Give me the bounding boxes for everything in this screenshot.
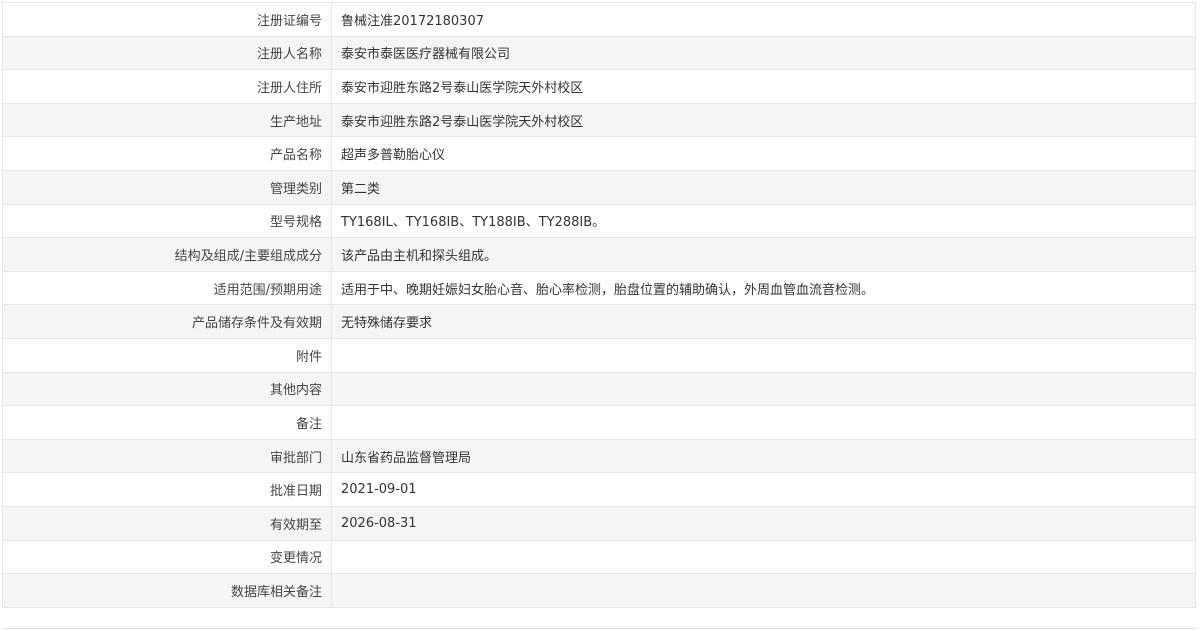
field-label: 适用范围/预期用途 xyxy=(2,270,332,306)
registration-detail-panel: 注册证编号 鲁械注准20172180307 注册人名称 泰安市泰医医疗器械有限公… xyxy=(2,2,1196,608)
field-value: 鲁械注准20172180307 xyxy=(331,2,1196,37)
field-value: 泰安市迎胜东路2号泰山医学院天外村校区 xyxy=(331,69,1196,104)
table-row: 产品名称 超声多普勒胎心仪 xyxy=(2,136,1196,171)
field-label: 变更情况 xyxy=(2,539,332,575)
field-value xyxy=(331,405,1196,440)
table-row: 审批部门 山东省药品监督管理局 xyxy=(2,438,1196,474)
field-label: 附件 xyxy=(2,337,332,373)
field-label: 生产地址 xyxy=(2,102,332,138)
field-value: 2026-08-31 xyxy=(331,505,1196,541)
field-value: 2021-09-01 xyxy=(331,472,1196,507)
table-row: 注册证编号 鲁械注准20172180307 xyxy=(2,2,1196,37)
field-label: 注册证编号 xyxy=(2,2,332,37)
table-bottom-border xyxy=(2,628,1196,629)
table-row: 型号规格 TY168IL、TY168IB、TY188IB、TY288IB。 xyxy=(2,203,1196,239)
field-value: 泰安市泰医医疗器械有限公司 xyxy=(331,35,1196,71)
field-label: 产品储存条件及有效期 xyxy=(2,304,332,339)
field-label: 备注 xyxy=(2,405,332,440)
field-label: 批准日期 xyxy=(2,472,332,507)
field-label: 其他内容 xyxy=(2,371,332,407)
table-row: 生产地址 泰安市迎胜东路2号泰山医学院天外村校区 xyxy=(2,102,1196,138)
table-row: 有效期至 2026-08-31 xyxy=(2,505,1196,541)
field-label: 注册人住所 xyxy=(2,69,332,104)
table-row: 变更情况 xyxy=(2,539,1196,575)
field-value: 无特殊储存要求 xyxy=(331,304,1196,339)
field-value xyxy=(331,539,1196,575)
field-value: 泰安市迎胜东路2号泰山医学院天外村校区 xyxy=(331,102,1196,138)
field-value: 山东省药品监督管理局 xyxy=(331,438,1196,474)
field-label: 结构及组成/主要组成成分 xyxy=(2,237,332,272)
field-value xyxy=(331,371,1196,407)
table-row: 注册人住所 泰安市迎胜东路2号泰山医学院天外村校区 xyxy=(2,69,1196,104)
table-row: 批准日期 2021-09-01 xyxy=(2,472,1196,507)
table-row: 产品储存条件及有效期 无特殊储存要求 xyxy=(2,304,1196,339)
registration-detail-table: 注册证编号 鲁械注准20172180307 注册人名称 泰安市泰医医疗器械有限公… xyxy=(2,2,1196,608)
field-value: 该产品由主机和探头组成。 xyxy=(331,237,1196,272)
table-row: 结构及组成/主要组成成分 该产品由主机和探头组成。 xyxy=(2,237,1196,272)
field-label: 管理类别 xyxy=(2,169,332,205)
field-value: 超声多普勒胎心仪 xyxy=(331,136,1196,171)
field-value xyxy=(331,573,1196,608)
field-label: 产品名称 xyxy=(2,136,332,171)
table-row: 管理类别 第二类 xyxy=(2,169,1196,205)
field-value: TY168IL、TY168IB、TY188IB、TY288IB。 xyxy=(331,203,1196,239)
table-row: 适用范围/预期用途 适用于中、晚期妊娠妇女胎心音、胎心率检测，胎盘位置的辅助确认… xyxy=(2,270,1196,306)
table-row: 数据库相关备注 xyxy=(2,573,1196,608)
field-label: 注册人名称 xyxy=(2,35,332,71)
field-value: 适用于中、晚期妊娠妇女胎心音、胎心率检测，胎盘位置的辅助确认，外周血管血流音检测… xyxy=(331,270,1196,306)
table-row: 备注 xyxy=(2,405,1196,440)
field-value xyxy=(331,337,1196,373)
field-label: 数据库相关备注 xyxy=(2,573,332,608)
table-row: 附件 xyxy=(2,337,1196,373)
field-label: 型号规格 xyxy=(2,203,332,239)
field-value: 第二类 xyxy=(331,169,1196,205)
table-row: 其他内容 xyxy=(2,371,1196,407)
field-label: 审批部门 xyxy=(2,438,332,474)
table-row: 注册人名称 泰安市泰医医疗器械有限公司 xyxy=(2,35,1196,71)
field-label: 有效期至 xyxy=(2,505,332,541)
